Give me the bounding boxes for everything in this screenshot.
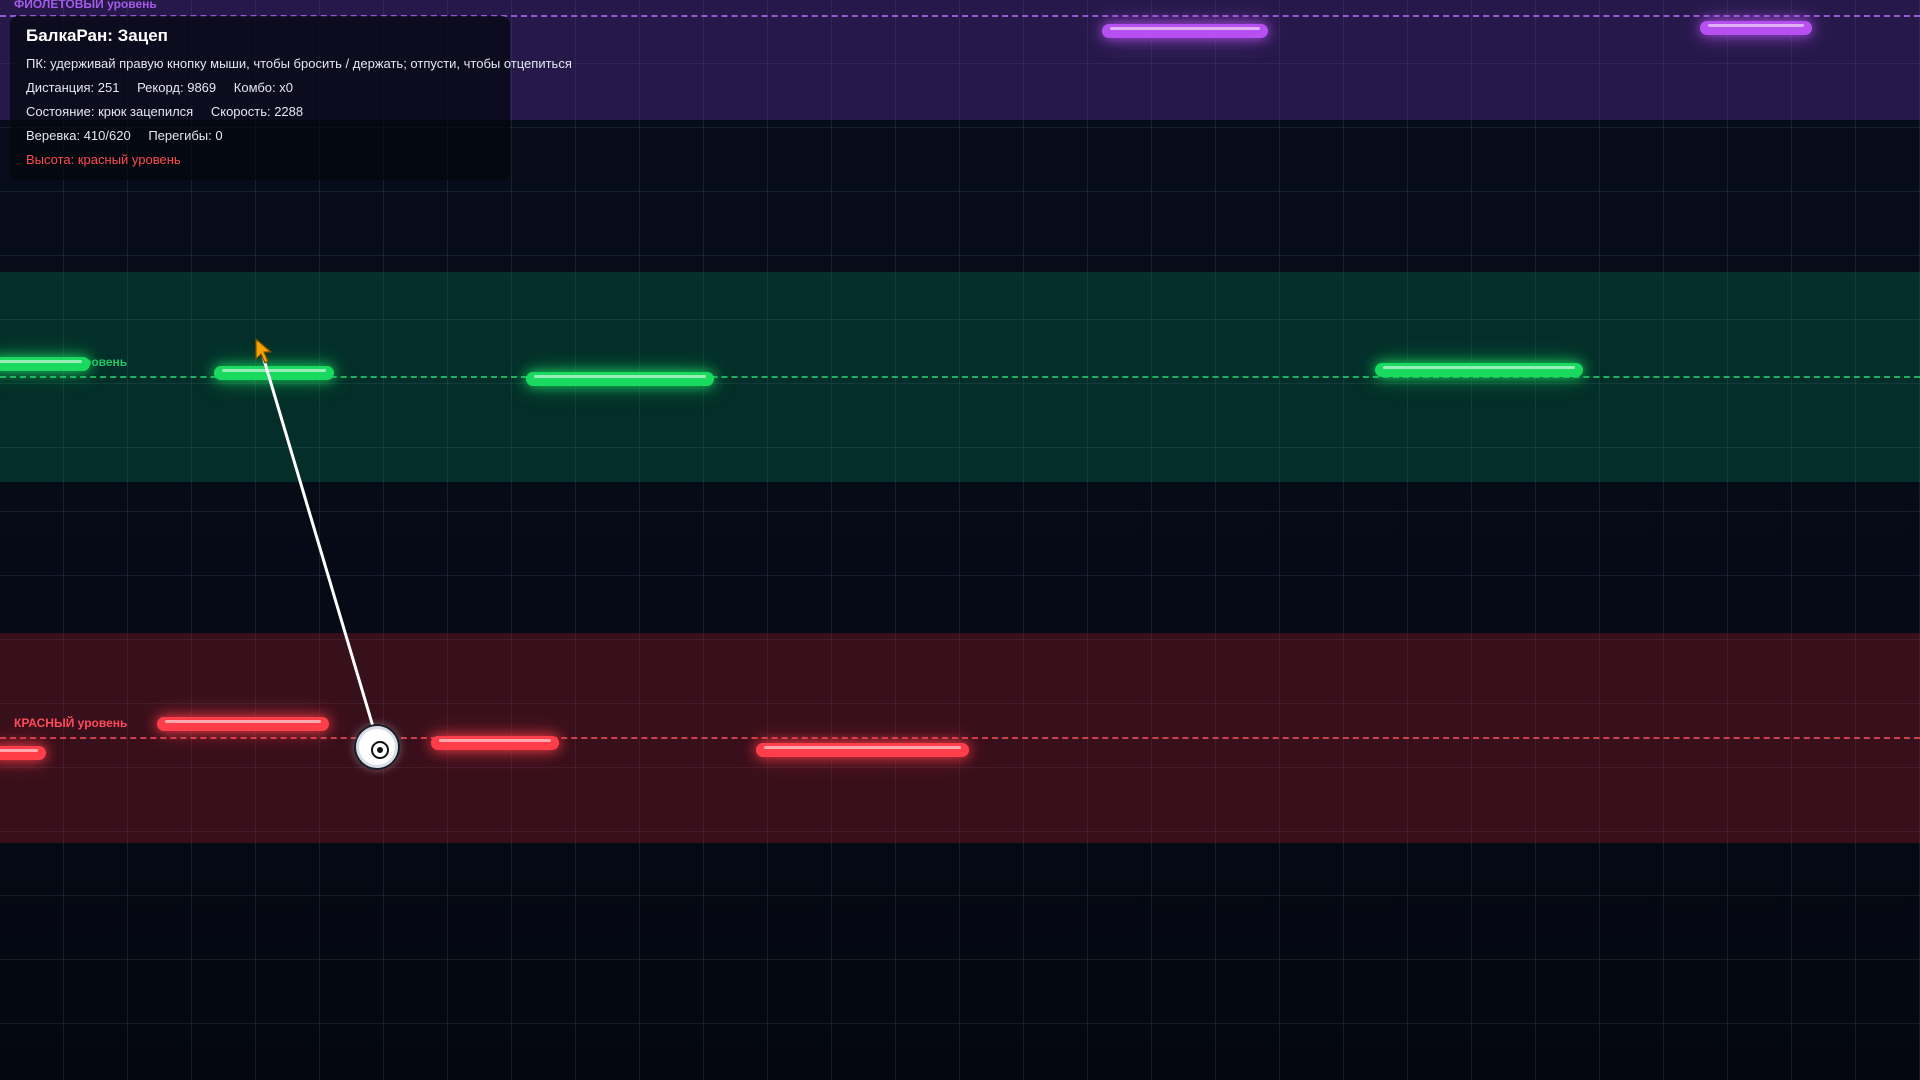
game-canvas[interactable]: ФИОЛЕТОВЫЙ уровень ровень КРАСНЫЙ уровен… xyxy=(0,0,1920,1080)
record-stat: Рекорд: 9869 xyxy=(137,80,217,95)
controls-hint: ПК: удерживай правую кнопку мыши, чтобы … xyxy=(26,56,572,71)
speed-stat: Скорость: 2288 xyxy=(210,104,304,119)
stats-row-rope: Веревка: 410/620 Перегибы: 0 xyxy=(26,128,223,143)
hud-panel: БалкаРан: Зацеп ПК: удерживай правую кно… xyxy=(10,16,572,180)
state-stat: Состояние: крюк зацепился xyxy=(26,104,194,119)
game-title: БалкаРан: Зацеп xyxy=(26,26,168,45)
rope-stat: Веревка: 410/620 xyxy=(26,128,131,143)
height-stat: Высота: красный уровень xyxy=(26,152,181,167)
player-eye-icon xyxy=(371,741,389,759)
mouse-cursor-icon xyxy=(255,338,272,364)
stats-row-state: Состояние: крюк зацепился Скорость: 2288 xyxy=(26,104,303,119)
bends-stat: Перегибы: 0 xyxy=(148,128,223,143)
distance-stat: Дистанция: 251 xyxy=(26,80,120,95)
stats-row-score: Дистанция: 251 Рекорд: 9869 Комбо: x0 xyxy=(26,80,293,95)
combo-stat: Комбо: x0 xyxy=(233,80,293,95)
player-ball-icon xyxy=(356,726,398,768)
